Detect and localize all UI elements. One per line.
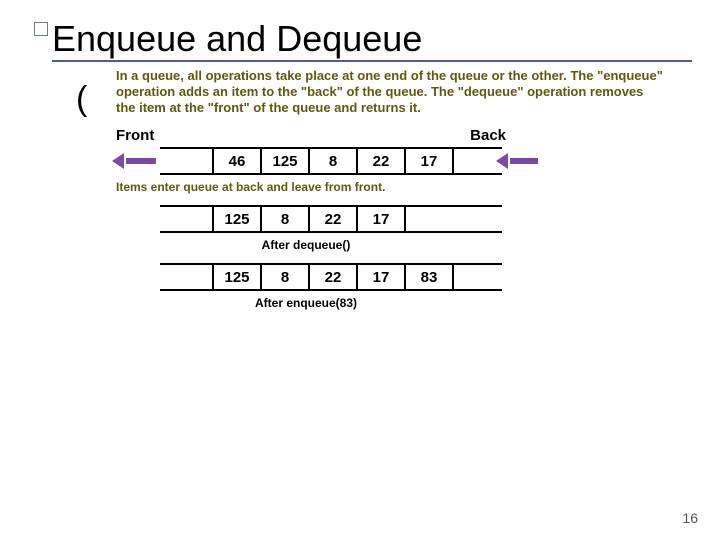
queue3-leading-empty bbox=[160, 265, 214, 289]
queue3-cell-0: 125 bbox=[214, 265, 262, 289]
queue1-cell-3: 22 bbox=[358, 149, 406, 173]
queue1-leading-empty bbox=[160, 149, 214, 173]
queue1-cell-1: 125 bbox=[262, 149, 310, 173]
caption-1: Items enter queue at back and leave from… bbox=[116, 180, 692, 194]
queue1-cell-0: 46 bbox=[214, 149, 262, 173]
queue3-cell-2: 22 bbox=[310, 265, 358, 289]
queue-row-2: 125 8 22 17 bbox=[116, 206, 692, 232]
arrow-in-icon bbox=[502, 154, 546, 168]
queue1-cell-4: 17 bbox=[406, 149, 454, 173]
labels-row: Front Back bbox=[116, 127, 506, 144]
queue3-cell-1: 8 bbox=[262, 265, 310, 289]
queue-row-3: 125 8 22 17 83 bbox=[116, 264, 692, 290]
queue2-cell-3: 17 bbox=[358, 207, 406, 231]
queue-row-1: 46 125 8 22 17 bbox=[116, 148, 692, 174]
queue1-cells: 46 125 8 22 17 bbox=[160, 147, 502, 175]
queue2-leading-empty bbox=[160, 207, 214, 231]
page-number: 16 bbox=[682, 510, 698, 526]
queue2-cells: 125 8 22 17 bbox=[160, 205, 502, 233]
queue3-cell-3: 17 bbox=[358, 265, 406, 289]
queue2-cell-0: 125 bbox=[214, 207, 262, 231]
queue1-trailing-empty bbox=[454, 149, 502, 173]
corner-decoration bbox=[34, 22, 48, 36]
caption-2: After dequeue() bbox=[116, 238, 496, 252]
queue3-cells: 125 8 22 17 83 bbox=[160, 263, 502, 291]
queue2-trailing-empty bbox=[406, 207, 502, 231]
ghost-paren: ( bbox=[76, 80, 87, 119]
slide-title: Enqueue and Dequeue bbox=[52, 20, 692, 58]
title-rule bbox=[52, 60, 692, 62]
queue2-cell-2: 22 bbox=[310, 207, 358, 231]
front-label: Front bbox=[116, 127, 154, 144]
queue3-trailing-empty bbox=[454, 265, 502, 289]
arrow-out-icon bbox=[116, 154, 160, 168]
queue3-cell-4: 83 bbox=[406, 265, 454, 289]
queue1-cell-2: 8 bbox=[310, 149, 358, 173]
caption-3: After enqueue(83) bbox=[116, 296, 496, 310]
back-label: Back bbox=[470, 127, 506, 144]
queue2-cell-1: 8 bbox=[262, 207, 310, 231]
queue-description: In a queue, all operations take place at… bbox=[116, 68, 664, 117]
